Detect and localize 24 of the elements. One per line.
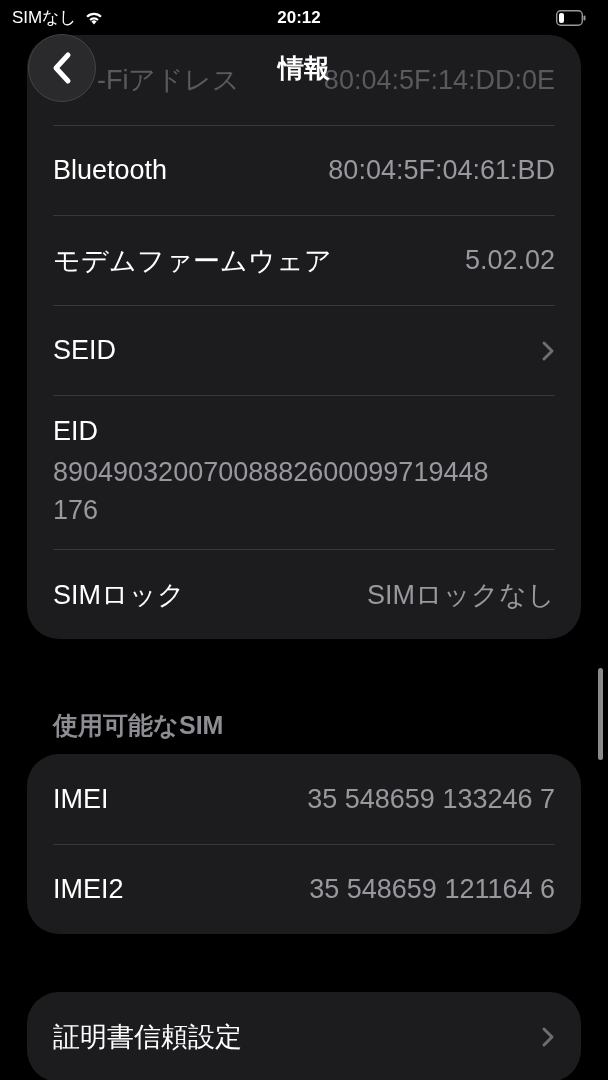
back-chevron-icon: [51, 51, 73, 85]
row-label: Bluetooth: [53, 155, 168, 186]
row-label: 証明書信頼設定: [53, 1021, 242, 1054]
row-value: 35 548659 133246 7: [307, 783, 555, 815]
row-label: IMEI2: [53, 874, 124, 905]
row-value: 80:04:5F:04:61:BD: [328, 155, 555, 186]
row-value: 35 548659 121164 6: [309, 874, 555, 905]
carrier-label: SIMなし: [12, 7, 77, 29]
section-header: 使用可能なSIM: [53, 710, 225, 741]
row-value: SIMロックなし: [367, 578, 555, 612]
row-label: SIMロック: [53, 578, 185, 612]
chevron-icon: [541, 339, 555, 362]
row-value: 5.02.02: [464, 245, 555, 276]
status-time: 20:12: [277, 7, 321, 28]
row-label: EID: [53, 416, 98, 447]
battery-icon: [556, 9, 586, 26]
row-value: 89049032007008882600099719448176: [53, 456, 489, 527]
chevron-icon: [541, 1026, 555, 1048]
row-label: IMEI: [53, 783, 109, 815]
settings-row[interactable]: 証明書信頼設定: [53, 992, 555, 1080]
row-label: -Fiアドレス: [97, 64, 241, 97]
settings-row[interactable]: SEID: [53, 305, 555, 395]
row-label: SEID: [53, 335, 117, 366]
row-label: モデムファームウェア: [53, 244, 332, 278]
